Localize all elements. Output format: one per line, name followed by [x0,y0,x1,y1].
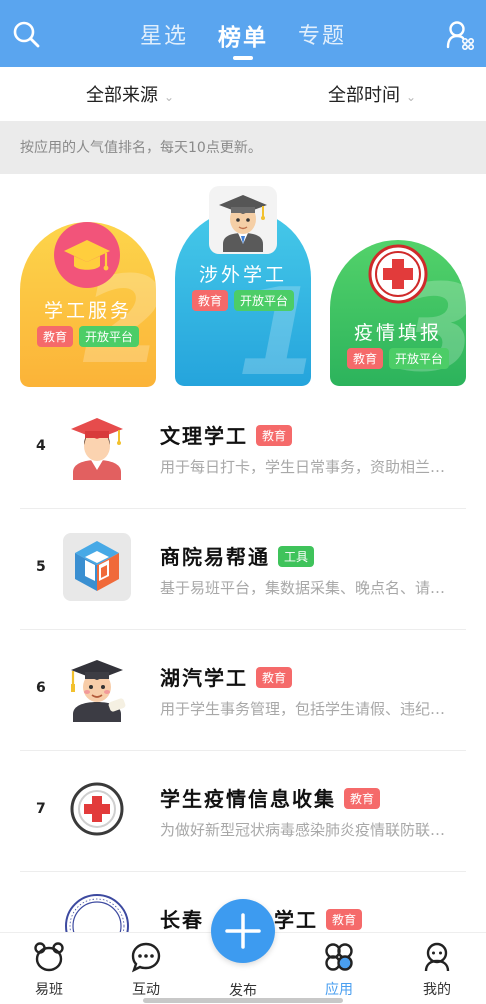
time-filter[interactable]: 全部时间 ⌄ [328,81,416,107]
list-item[interactable]: 6 湖汽学工 教育 用于学生事务管理，包括学生请假、违纪… [0,630,486,751]
app-title-tail: 学工 [274,908,318,932]
podium-app-name: 疫情填报 [353,322,442,344]
chat-bubble-icon [131,942,161,973]
app-description: 基于易班平台，集数据采集、晚点名、请… [160,579,446,597]
app-title: 文理学工 教育 [160,420,293,449]
app-title: 商院易帮通 工具 [160,541,315,570]
podium-app-name: 学工服务 [43,300,132,322]
platform-tag: 开放平台 [234,290,295,311]
bear-icon [34,942,64,972]
podium-tags: 教育 开放平台 [20,326,156,347]
source-filter[interactable]: 全部来源 ⌄ [86,81,174,107]
chevron-down-icon: ⌄ [164,90,175,104]
platform-tag: 开放平台 [389,348,450,369]
time-filter-label: 全部时间 [328,85,400,106]
app-title-text: 文理学工 [160,424,248,448]
nav-label: 互动 [132,982,160,998]
podium-tags: 教育 开放平台 [175,290,311,311]
list-rank: 5 [36,559,46,575]
app-description: 用于学生事务管理，包括学生请假、违纪… [160,700,446,718]
list-rank: 6 [36,680,46,696]
platform-tag: 开放平台 [79,326,140,347]
list-item[interactable]: 5 商院易帮通 工具 基于易班平台，集数据采集、晚点名、请… [0,509,486,630]
app-description: 为做好新型冠状病毒感染肺炎疫情联防联… [160,821,446,839]
category-tag: 教育 [256,667,293,688]
nav-interact[interactable]: 互动 [116,941,176,999]
nav-label: 易班 [35,982,63,998]
home-indicator [143,998,343,1003]
graduate-avatar-icon [209,186,277,254]
user-apps-icon[interactable] [446,20,474,50]
list-item[interactable]: 7 学生疫情信息收集 教育 为做好新型冠状病毒感染肺炎疫情联防联… [0,751,486,872]
medical-cross-icon [70,782,124,836]
chevron-down-icon: ⌄ [406,90,417,104]
tab-rankings[interactable]: 榜单 [218,18,268,52]
app-title: 湖汽学工 教育 [160,662,293,691]
category-tag: 教育 [256,425,293,446]
nav-label: 应用 [325,982,353,998]
ranking-info: 按应用的人气值排名，每天10点更新。 [0,121,486,174]
podium-tags: 教育 开放平台 [330,348,466,369]
podium-app-name: 涉外学工 [198,264,287,286]
header-tabs: 星选 榜单 专题 [0,18,486,52]
top-header: 星选 榜单 专题 [0,0,486,67]
category-tag: 教育 [344,788,381,809]
list-item[interactable]: 4 文理学工 教育 用于每日打卡，学生日常事务，资助相兰… [0,388,486,509]
source-filter-label: 全部来源 [86,85,158,106]
nav-label: 我的 [423,982,451,998]
nav-apps[interactable]: 应用 [309,941,369,999]
graduate-avatar-icon [71,418,123,480]
app-description: 用于每日打卡，学生日常事务，资助相兰… [160,458,446,476]
nav-mine[interactable]: 我的 [407,941,467,999]
tab-star-picks[interactable]: 星选 [140,18,188,52]
category-tag: 工具 [278,546,315,567]
app-title-text: 商院易帮通 [160,545,270,569]
clover-apps-icon [325,943,353,971]
app-title-text: 长春 [160,908,204,932]
app-title-text: 学生疫情信息收集 [160,787,336,811]
category-tag: 教育 [36,326,73,347]
app-screen: { "header": { "tabs": [ {"label": "星选", … [0,0,486,1004]
publish-button[interactable] [211,899,275,963]
filter-bar: 全部来源 ⌄ 全部时间 ⌄ [0,67,486,121]
category-tag: 教育 [346,348,383,369]
graduation-cap-icon [54,222,120,288]
cube-logo-icon [63,533,131,601]
publish-label: 发布 [229,983,257,999]
app-title-text: 湖汽学工 [160,666,248,690]
person-icon [424,942,450,972]
category-tag: 教育 [326,909,363,930]
nav-yiban[interactable]: 易班 [19,941,79,999]
app-title: 学生疫情信息收集 教育 [160,783,381,812]
list-rank: 4 [36,438,46,454]
category-tag: 教育 [191,290,228,311]
tab-topics[interactable]: 专题 [298,18,346,52]
medical-cross-icon [368,244,428,304]
plus-icon [225,913,261,949]
list-rank: 7 [36,801,46,817]
graduate-diploma-icon [71,660,126,722]
